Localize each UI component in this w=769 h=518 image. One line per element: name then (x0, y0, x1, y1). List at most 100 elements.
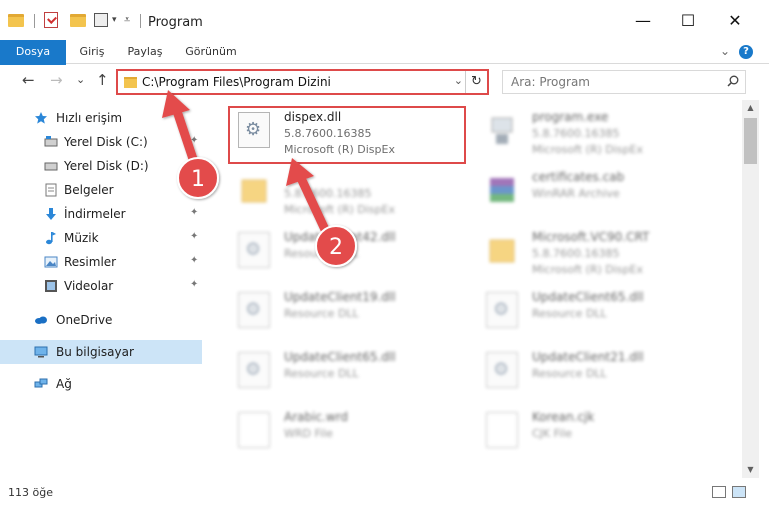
network-icon (34, 378, 48, 388)
file-version: 5.8.7600.16385 (284, 187, 372, 200)
forward-button[interactable]: → (50, 71, 63, 89)
address-path[interactable]: C:\Program Files\Program Dizini (142, 75, 331, 89)
sidebar-item-label: Ağ (56, 377, 72, 391)
file-type: Resource DLL (532, 307, 607, 320)
sidebar-item-music[interactable]: Müzik ✦ (0, 226, 202, 250)
dll-icon (238, 232, 270, 268)
sidebar-item-downloads[interactable]: İndirmeler ✦ (0, 202, 202, 226)
sidebar-item-pictures[interactable]: Resimler ✦ (0, 250, 202, 274)
vertical-scrollbar[interactable]: ▲ ▼ (742, 100, 759, 478)
tab-gorunum[interactable]: Görünüm (180, 40, 242, 64)
file-item[interactable]: Microsoft.VC90.CRT 5.8.7600.16385 Micros… (478, 224, 718, 276)
file-item[interactable]: UpdateClient65.dll Resource DLL (478, 284, 718, 336)
sidebar-item-label: Müzik (64, 231, 99, 245)
dll-icon (486, 352, 518, 388)
maximize-button[interactable]: ☐ (665, 0, 711, 40)
sidebar-item-this-pc[interactable]: Bu bilgisayar (0, 340, 202, 364)
pin-icon: ✦ (190, 255, 199, 266)
scroll-down-icon[interactable]: ▼ (742, 462, 759, 478)
separator (140, 14, 141, 28)
file-version: 5.8.7600.16385 (532, 127, 620, 140)
file-name: UpdateClient65.dll (284, 350, 396, 364)
documents-icon (45, 183, 57, 197)
file-item[interactable]: Arabic.wrd WRD File (230, 404, 470, 456)
file-name: certificates.cab (532, 170, 625, 184)
file-icon (486, 412, 518, 448)
sidebar-item-label: Yerel Disk (C:) (64, 135, 148, 149)
file-type: Resource DLL (284, 367, 359, 380)
download-icon (46, 208, 56, 220)
quick-access-menu-icon[interactable]: ⩡ (124, 13, 130, 31)
search-placeholder[interactable]: Ara: Program (511, 75, 590, 89)
search-box[interactable]: Ara: Program (502, 70, 746, 94)
file-name: Arabic.wrd (284, 410, 349, 424)
file-name: UpdateClient42.dll (284, 230, 396, 244)
sidebar-item-local-disk-d[interactable]: Yerel Disk (D:) ✦ (0, 154, 202, 178)
close-button[interactable]: ✕ (712, 0, 758, 40)
separator (34, 14, 35, 28)
file-name: program.exe (532, 110, 609, 124)
back-button[interactable]: ← (22, 71, 35, 89)
recent-locations-button[interactable]: ⌄ (76, 73, 85, 86)
pin-icon: ✦ (190, 183, 199, 194)
sidebar-item-onedrive[interactable]: OneDrive (0, 308, 202, 332)
file-item[interactable]: program.exe 5.8.7600.16385 Microsoft (R)… (478, 104, 718, 156)
file-type: WinRAR Archive (532, 187, 620, 200)
sidebar-item-label: Hızlı erişim (56, 111, 123, 125)
highlight-box (228, 106, 466, 164)
up-button[interactable]: ↑ (96, 71, 109, 89)
expand-ribbon-icon[interactable]: ⌄ (720, 44, 730, 58)
sidebar-item-local-disk-c[interactable]: Yerel Disk (C:) ✦ (0, 130, 202, 154)
file-description: Microsoft (R) DispEx (284, 203, 395, 216)
file-type: WRD File (284, 427, 333, 440)
scroll-thumb[interactable] (744, 118, 757, 164)
item-count: 113 öğe (8, 486, 53, 499)
pin-icon: ✦ (190, 207, 199, 218)
file-name: UpdateClient21.dll (532, 350, 644, 364)
sidebar-item-label: Resimler (64, 255, 117, 269)
file-item[interactable]: UpdateClient42.dll Resource DLL (230, 224, 470, 276)
title-bar: ▾ ⩡ Program — ☐ ✕ (0, 0, 769, 40)
archive-icon (490, 178, 514, 202)
sidebar-item-network[interactable]: Ağ (0, 372, 202, 396)
scroll-up-icon[interactable]: ▲ (742, 100, 759, 116)
status-bar: 113 öğe (0, 480, 769, 518)
search-icon[interactable] (727, 75, 739, 87)
dll-icon (238, 352, 270, 388)
help-icon[interactable]: ? (739, 45, 753, 59)
drive-icon (44, 136, 58, 147)
file-name: Korean.cjk (532, 410, 595, 424)
refresh-button[interactable]: ↻ (465, 71, 487, 93)
star-icon (35, 112, 47, 124)
navigation-pane: Hızlı erişim Yerel Disk (C:) ✦ Yerel Dis… (0, 100, 212, 478)
file-type: Resource DLL (284, 247, 359, 260)
sidebar-item-videos[interactable]: Videolar ✦ (0, 274, 202, 298)
file-item[interactable]: Korean.cjk CJK File (478, 404, 718, 456)
file-item[interactable]: certificates.cab WinRAR Archive (478, 164, 718, 216)
file-item[interactable]: 5.8.7600.16385 Microsoft (R) DispEx (230, 164, 470, 216)
tab-paylas[interactable]: Paylaş (120, 40, 170, 64)
sidebar-item-documents[interactable]: Belgeler ✦ (0, 178, 202, 202)
address-dropdown-icon[interactable]: ⌄ (454, 74, 463, 87)
sidebar-item-label: Bu bilgisayar (56, 345, 134, 359)
dll-icon (238, 292, 270, 328)
ribbon-tabs: Dosya Giriş Paylaş Görünüm ⌄ ? (0, 40, 769, 92)
customize-dropdown-icon[interactable]: ▾ (112, 15, 117, 33)
sidebar-item-label: Belgeler (64, 183, 114, 197)
sidebar-item-quick-access[interactable]: Hızlı erişim (0, 106, 202, 130)
file-type: Resource DLL (284, 307, 359, 320)
pin-icon: ✦ (190, 159, 199, 170)
file-item[interactable]: UpdateClient65.dll Resource DLL (230, 344, 470, 396)
file-name: Microsoft.VC90.CRT (532, 230, 650, 244)
file-item[interactable]: UpdateClient19.dll Resource DLL (230, 284, 470, 336)
folder-icon (124, 77, 137, 88)
details-view-icon[interactable] (712, 486, 726, 498)
file-item[interactable]: UpdateClient21.dll Resource DLL (478, 344, 718, 396)
file-description: Microsoft (R) DispEx (532, 143, 643, 156)
minimize-button[interactable]: — (620, 0, 666, 40)
folder-icon (241, 179, 267, 203)
sidebar-item-label: Yerel Disk (D:) (64, 159, 149, 173)
large-icons-view-icon[interactable] (732, 486, 746, 498)
tab-giris[interactable]: Giriş (70, 40, 114, 64)
address-bar[interactable]: C:\Program Files\Program Dizini ⌄ ↻ (116, 69, 489, 95)
